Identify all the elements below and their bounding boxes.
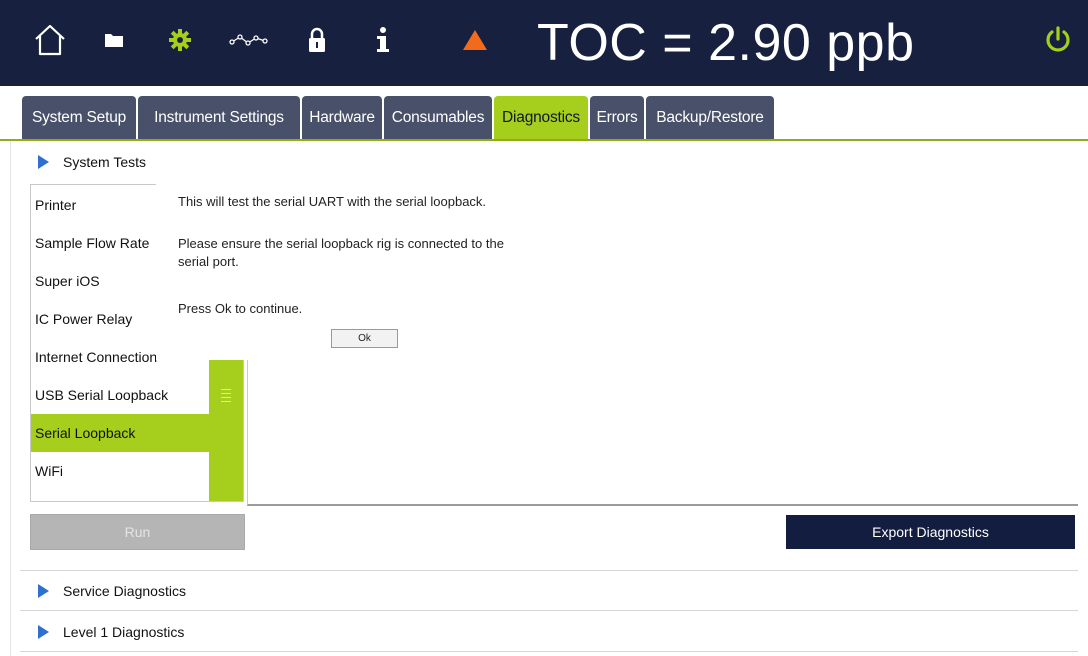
section-system-tests-label: System Tests [63,154,146,170]
dialog-line-4: Press Ok to continue. [178,301,303,316]
tab-hardware[interactable]: Hardware [302,96,382,139]
expand-triangle-icon [38,584,49,598]
expand-triangle-icon [38,155,49,169]
run-button[interactable]: Run [30,514,245,550]
dialog-line-1: This will test the serial UART with the … [178,194,487,209]
section-level1-diagnostics[interactable]: Level 1 Diagnostics [22,614,184,650]
trend-icon[interactable] [228,20,270,60]
section-service-diagnostics-label: Service Diagnostics [63,583,186,599]
tab-consumables[interactable]: Consumables [384,96,492,139]
section-service-diagnostics[interactable]: Service Diagnostics [22,573,186,609]
warning-icon[interactable] [460,20,490,60]
section-system-tests[interactable]: System Tests [22,144,146,180]
scroll-grip-icon [221,389,231,405]
list-item-usb-serial-loopback[interactable]: USB Serial Loopback [31,376,213,414]
tab-instrument-settings[interactable]: Instrument Settings [138,96,300,139]
panel-edge [10,141,11,656]
serial-loopback-dialog: This will test the serial UART with the … [156,158,576,360]
expand-triangle-icon [38,625,49,639]
tab-errors[interactable]: Errors [590,96,644,139]
power-icon[interactable] [1042,20,1074,60]
tab-underline [0,139,1088,141]
divider [20,610,1078,611]
folder-icon[interactable] [102,20,126,60]
tab-system-setup[interactable]: System Setup [22,96,136,139]
gear-icon[interactable] [166,20,194,60]
dialog-line-3: serial port. [178,254,239,269]
section-level1-diagnostics-label: Level 1 Diagnostics [63,624,185,640]
divider [20,570,1078,571]
divider [20,651,1078,652]
export-diagnostics-button[interactable]: Export Diagnostics [786,515,1075,549]
settings-tabs: System Setup Instrument Settings Hardwar… [22,96,776,139]
tab-backup-restore[interactable]: Backup/Restore [646,96,774,139]
tab-diagnostics[interactable]: Diagnostics [494,96,588,139]
list-scrollbar[interactable] [209,357,243,501]
lock-icon[interactable] [306,20,328,60]
list-item-wifi[interactable]: WiFi [31,452,213,490]
toc-readout: TOC = 2.90 ppb [537,14,915,72]
top-bar: TOC = 2.90 ppb [0,0,1088,86]
info-icon[interactable] [375,20,391,60]
dialog-line-2: Please ensure the serial loopback rig is… [178,236,504,251]
home-icon[interactable] [30,20,70,60]
ok-button[interactable]: Ok [331,329,398,348]
